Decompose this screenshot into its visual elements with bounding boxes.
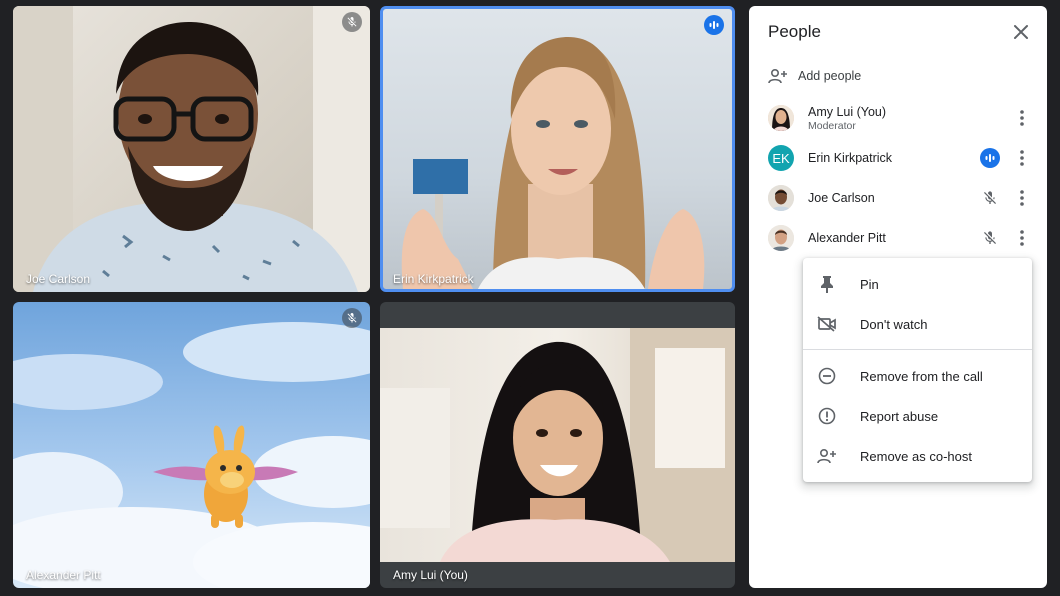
self-video	[380, 328, 735, 562]
menu-divider	[803, 349, 1032, 350]
mic-off-icon	[347, 17, 357, 27]
participant-video	[401, 37, 705, 289]
participant-options-menu: Pin Don't watch Remove from the call Rep…	[803, 258, 1032, 482]
participant-avatar-video	[13, 322, 370, 588]
menu-item-remove-co-host[interactable]: Remove as co-host	[803, 436, 1032, 476]
close-panel-button[interactable]	[1009, 20, 1033, 44]
participant-video	[13, 6, 370, 292]
panel-title: People	[768, 22, 821, 41]
participant-row[interactable]: Joe Carlson	[768, 180, 1033, 216]
participant-row[interactable]: Alexander Pitt	[768, 220, 1033, 256]
avatar	[768, 225, 794, 251]
avatar	[768, 105, 794, 131]
menu-item-report-abuse[interactable]: Report abuse	[803, 396, 1032, 436]
avatar	[768, 185, 794, 211]
avatar-photo	[768, 185, 794, 211]
avatar-photo	[768, 105, 794, 131]
more-vert-icon	[1020, 190, 1024, 206]
avatar-initials: EK	[772, 150, 790, 166]
video-tile-self[interactable]: Amy Lui (You)	[380, 302, 735, 588]
participant-name: Amy Lui (You) Moderator	[808, 104, 887, 132]
menu-item-dont-watch[interactable]: Don't watch	[803, 304, 1032, 344]
participant-name: Joe Carlson	[808, 191, 875, 205]
audio-level-icon	[985, 154, 995, 162]
mic-status	[979, 227, 1001, 249]
more-options-button[interactable]	[1011, 227, 1033, 249]
video-tile-alexander-pitt[interactable]: Alexander Pitt	[13, 302, 370, 588]
mic-off-badge	[342, 12, 362, 32]
more-vert-icon	[1020, 230, 1024, 246]
more-options-button[interactable]	[1011, 187, 1033, 209]
participant-role: Moderator	[808, 119, 856, 132]
avatar-photo	[768, 225, 794, 251]
mic-status	[979, 187, 1001, 209]
videocam-off-icon	[816, 313, 838, 335]
more-options-button[interactable]	[1011, 107, 1033, 129]
audio-level-icon	[709, 21, 719, 29]
mic-off-icon	[984, 191, 996, 204]
mic-off-icon	[347, 313, 357, 323]
participant-name: Erin Kirkpatrick	[393, 272, 474, 286]
speaking-indicator	[704, 15, 724, 35]
add-people-button[interactable]: Add people	[768, 64, 861, 88]
more-vert-icon	[1020, 110, 1024, 126]
participant-row[interactable]: EK Erin Kirkpatrick	[768, 140, 1033, 176]
menu-item-pin[interactable]: Pin	[803, 264, 1032, 304]
more-vert-icon	[1020, 150, 1024, 166]
avatar: EK	[768, 145, 794, 171]
person-add-icon	[816, 445, 838, 467]
participant-name: Amy Lui (You)	[393, 568, 468, 582]
speaking-indicator	[980, 148, 1000, 168]
close-icon	[1014, 25, 1028, 39]
mic-off-badge	[342, 308, 362, 328]
participant-video	[380, 328, 735, 562]
participant-name: Alexander Pitt	[26, 568, 101, 582]
pin-icon	[816, 273, 838, 295]
participant-name: Erin Kirkpatrick	[808, 151, 893, 165]
add-people-label: Add people	[798, 69, 862, 83]
video-tile-joe-carlson[interactable]: Joe Carlson	[13, 6, 370, 292]
menu-item-remove-from-call[interactable]: Remove from the call	[803, 356, 1032, 396]
person-add-icon	[768, 68, 787, 84]
participant-name: Alexander Pitt	[808, 231, 886, 245]
more-options-button[interactable]	[1011, 147, 1033, 169]
mic-off-icon	[984, 231, 996, 244]
report-icon	[816, 405, 838, 427]
video-tile-erin-kirkpatrick[interactable]: Erin Kirkpatrick	[380, 6, 735, 292]
participant-row[interactable]: Amy Lui (You) Moderator	[768, 100, 1033, 136]
remove-circle-icon	[816, 365, 838, 387]
participant-name: Joe Carlson	[26, 272, 91, 286]
